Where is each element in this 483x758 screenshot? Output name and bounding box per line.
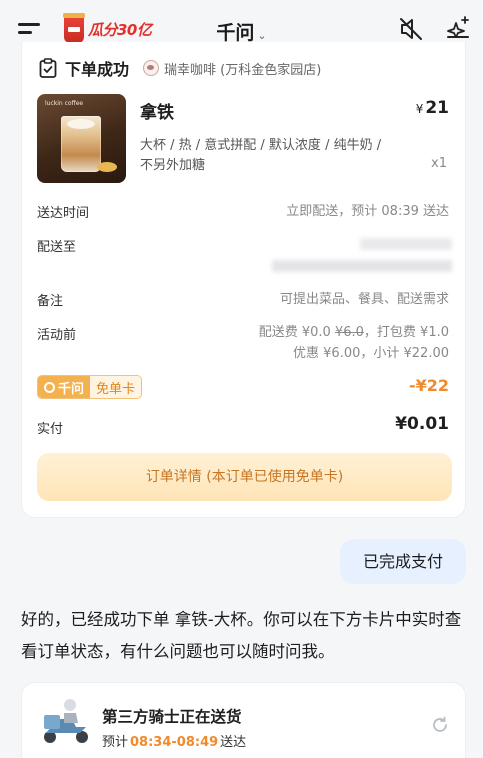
chevron-down-icon: ⌄ (257, 29, 267, 42)
paid-amount: ¥0.01 (395, 414, 449, 434)
product-price-value: 21 (425, 98, 449, 118)
sparkle-add-icon[interactable] (445, 15, 471, 41)
product-image-brand: luckin coffee (45, 100, 84, 107)
product-price: ¥21 (416, 98, 449, 118)
eta-suffix: 送达 (220, 735, 247, 750)
delivery-time-value: 立即配送，预计 08:39 送达 (286, 204, 449, 219)
product-qty: x1 (431, 156, 447, 171)
fee-line: 配送费 ¥0.0 ¥6.0，打包费 ¥1.0 (259, 322, 449, 343)
promo-label: 活动前 (37, 328, 77, 343)
paid-label: 实付 (37, 422, 64, 437)
delivery-time-label: 送达时间 (37, 206, 90, 221)
delivery-eta: 预计 08:34-08:49 送达 (102, 731, 246, 750)
coupon-brand: 千问 (38, 376, 91, 398)
eta-prefix: 预计 (102, 735, 129, 750)
order-card: 下单成功 瑞幸咖啡 (万科金色家园店) luckin coffee 拿铁 ¥21… (21, 42, 466, 518)
assistant-reply: 好的，已经成功下单 拿铁-大杯。你可以在下方卡片中实时查看订单状态，有什么问题也… (21, 610, 462, 661)
rider-icon (44, 699, 88, 743)
coupon-amount: -¥22 (408, 376, 449, 395)
address-redacted-line2 (272, 260, 452, 272)
currency-symbol: ¥ (415, 102, 424, 116)
clipboard-check-icon (39, 58, 57, 78)
order-status: 下单成功 (65, 60, 130, 79)
app-title-text: 千问 (216, 22, 255, 44)
order-status-row: 下单成功 瑞幸咖啡 (万科金色家园店) (39, 56, 321, 80)
delivery-status-card[interactable]: 第三方骑士正在送货 预计 08:34-08:49 送达 (21, 682, 466, 758)
address-label: 配送至 (37, 240, 77, 255)
discount-line: 优惠 ¥6.00，小计 ¥22.00 (293, 346, 449, 361)
user-message-bubble: 已完成支付 (340, 539, 466, 584)
refresh-icon[interactable] (430, 715, 450, 735)
garnish (97, 162, 117, 172)
coupon-brand-text: 千问 (58, 381, 85, 397)
product-image[interactable]: luckin coffee (37, 94, 126, 183)
store-logo-icon (143, 60, 160, 76)
delivery-title: 第三方骑士正在送货 (102, 708, 242, 726)
eta-time: 08:34-08:49 (130, 735, 219, 750)
flower-icon (44, 381, 55, 393)
fee-prefix: 配送费 ¥0.0 (258, 325, 335, 340)
product-spec: 大杯 / 热 / 意式拼配 / 默认浓度 / 纯牛奶 / 不另外加糖 (140, 138, 382, 173)
address-redacted-line1 (360, 238, 452, 250)
mute-icon[interactable] (398, 16, 424, 42)
product-name: 拿铁 (140, 103, 174, 123)
free-order-card-tag: 千问 免单卡 (37, 375, 143, 399)
store-name[interactable]: 瑞幸咖啡 (万科金色家园店) (164, 59, 321, 78)
coupon-name: 免单卡 (90, 376, 142, 398)
original-delivery-fee: ¥6.0 (334, 325, 364, 340)
latte-glass (61, 116, 101, 172)
fee-suffix: ，打包费 ¥1.0 (363, 325, 449, 340)
remark-label: 备注 (37, 294, 64, 309)
order-detail-button[interactable]: 订单详情 (本订单已使用免单卡) (37, 453, 452, 501)
remark-value[interactable]: 可提出菜品、餐具、配送需求 (280, 289, 449, 310)
